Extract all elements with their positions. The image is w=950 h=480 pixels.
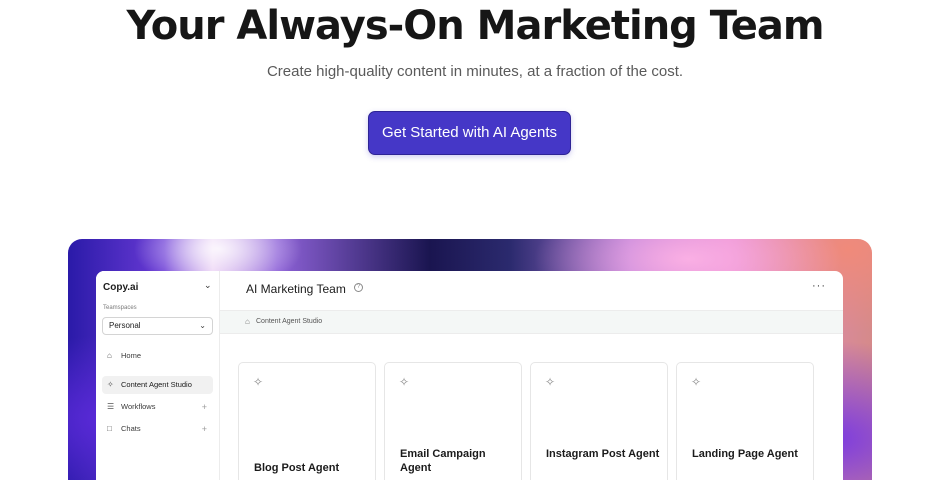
sidebar-item-label: Chats [121, 424, 141, 433]
app-preview-window: Copy.ai ⌄ Teamspaces Personal ⌄ ⌂ Home ✧… [96, 271, 843, 480]
hero-title: Your Always-On Marketing Team [126, 3, 825, 49]
agent-card-title: Blog Post Agent [254, 462, 340, 474]
sparkle-icon: ✧ [253, 375, 264, 389]
sparkle-icon: ✧ [107, 380, 114, 389]
sidebar-item-label: Content Agent Studio [121, 380, 192, 389]
sidebar-item-content-agent-studio[interactable]: ✧ Content Agent Studio [102, 376, 213, 394]
sidebar-item-label: Workflows [121, 402, 156, 411]
agent-card-title: Instagram Post Agent [546, 448, 660, 460]
add-chat-icon[interactable]: + [202, 420, 207, 438]
sparkle-icon: ✧ [399, 375, 410, 389]
agent-card-title: Landing Page Agent [692, 448, 798, 460]
teamspace-selected-value: Personal [109, 321, 141, 330]
teamspaces-label: Teamspaces [103, 305, 137, 311]
sidebar-item-home[interactable]: ⌂ Home [102, 347, 213, 365]
agent-card-email-campaign[interactable]: ✧ Email Campaign Agent [384, 362, 522, 480]
add-workflow-icon[interactable]: + [202, 398, 207, 416]
teamspace-select[interactable]: Personal ⌄ [102, 317, 213, 335]
more-options-icon[interactable]: ··· [812, 280, 826, 292]
agent-card-landing-page[interactable]: ✧ Landing Page Agent [676, 362, 814, 480]
main-panel: AI Marketing Team ? ··· ⌂ Content Agent … [220, 271, 843, 480]
get-started-button[interactable]: Get Started with AI Agents [368, 111, 571, 155]
workflow-icon: ☰ [107, 402, 115, 411]
sidebar: Copy.ai ⌄ Teamspaces Personal ⌄ ⌂ Home ✧… [96, 271, 220, 480]
chevron-down-icon[interactable]: ⌄ [204, 280, 212, 291]
sidebar-item-label: Home [121, 351, 142, 360]
agent-card-blog-post[interactable]: ✧ Blog Post Agent [238, 362, 376, 480]
sidebar-item-workflows[interactable]: ☰ Workflows + [102, 398, 213, 416]
page-title: AI Marketing Team [246, 282, 346, 296]
agent-card-title: Email Campaign Agent [400, 448, 486, 474]
home-icon[interactable]: ⌂ [245, 317, 250, 326]
sidebar-item-chats[interactable]: □ Chats + [102, 420, 213, 438]
sparkle-icon: ✧ [545, 375, 556, 389]
brand-name: Copy.ai [103, 282, 139, 293]
breadcrumb: ⌂ Content Agent Studio [220, 310, 843, 334]
home-icon: ⌂ [107, 351, 112, 360]
breadcrumb-item[interactable]: Content Agent Studio [256, 318, 322, 325]
chevron-down-icon: ⌄ [199, 321, 206, 330]
sparkle-icon: ✧ [691, 375, 702, 389]
hero-subtitle: Create high-quality content in minutes, … [266, 63, 684, 80]
chat-icon: □ [107, 424, 112, 433]
agent-card-instagram-post[interactable]: ✧ Instagram Post Agent [530, 362, 668, 480]
info-icon[interactable]: ? [354, 283, 363, 292]
